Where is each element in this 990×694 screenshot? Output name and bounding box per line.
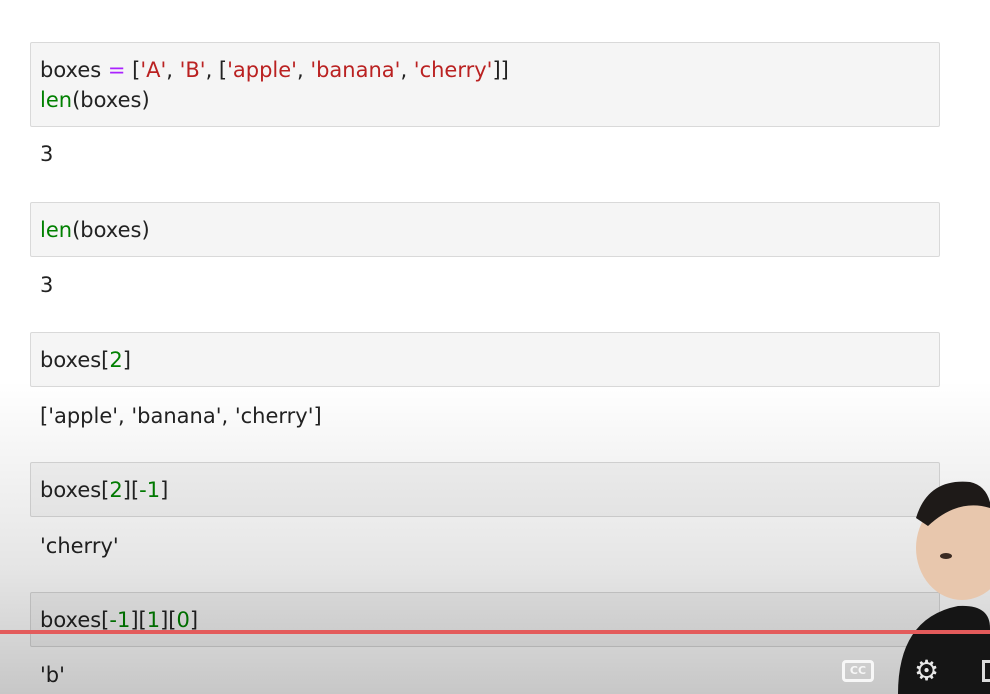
code-number: -1 — [139, 478, 161, 502]
code-text: , — [296, 58, 311, 82]
code-text: , — [166, 58, 180, 82]
cell-output-5: 'b' — [40, 663, 65, 687]
closed-captions-icon[interactable]: CC — [842, 660, 874, 682]
cell-output-1: 3 — [40, 142, 54, 166]
code-text: ][ — [130, 608, 147, 632]
cell-output-3: ['apple', 'banana', 'cherry'] — [40, 404, 322, 428]
gear-icon[interactable]: ⚙ — [914, 657, 939, 685]
code-number: 0 — [176, 608, 190, 632]
code-text: [ — [125, 58, 141, 82]
code-number: 2 — [109, 348, 123, 372]
code-cell-2[interactable]: len(boxes) — [30, 202, 940, 257]
video-progress-bar[interactable] — [0, 630, 990, 634]
code-text: boxes[ — [40, 478, 110, 502]
code-number: 1 — [146, 608, 161, 632]
code-number: -1 — [109, 608, 131, 632]
code-text: (boxes) — [72, 88, 150, 112]
code-text: boxes — [40, 58, 108, 82]
cell-output-2: 3 — [40, 273, 54, 297]
code-text: boxes[ — [40, 348, 110, 372]
code-string: 'cherry' — [413, 58, 493, 82]
code-cell-5[interactable]: boxes[-1][1][0] — [30, 592, 940, 647]
code-text: ] — [122, 348, 131, 372]
code-text: (boxes) — [72, 218, 150, 242]
code-text: ][ — [122, 478, 140, 502]
code-cell-1[interactable]: boxes = ['A', 'B', ['apple', 'banana', '… — [30, 42, 940, 127]
code-number: 2 — [109, 478, 123, 502]
code-text: , — [400, 58, 414, 82]
code-operator: = — [107, 58, 126, 82]
code-text: , [ — [205, 58, 228, 82]
code-string: 'B' — [179, 58, 206, 82]
code-text: ]] — [492, 58, 509, 82]
code-builtin: len — [40, 88, 73, 112]
code-text: ] — [160, 478, 169, 502]
code-text: ] — [189, 608, 199, 632]
code-string: 'banana' — [310, 58, 401, 82]
code-cell-4[interactable]: boxes[2][-1] — [30, 462, 940, 517]
code-text: ][ — [160, 608, 177, 632]
code-text: boxes[ — [40, 608, 110, 632]
cell-output-4: 'cherry' — [40, 534, 119, 558]
theater-mode-icon[interactable] — [982, 660, 990, 682]
code-string: 'A' — [140, 58, 167, 82]
code-string: 'apple' — [227, 58, 297, 82]
code-builtin: len — [40, 218, 73, 242]
code-cell-3[interactable]: boxes[2] — [30, 332, 940, 387]
